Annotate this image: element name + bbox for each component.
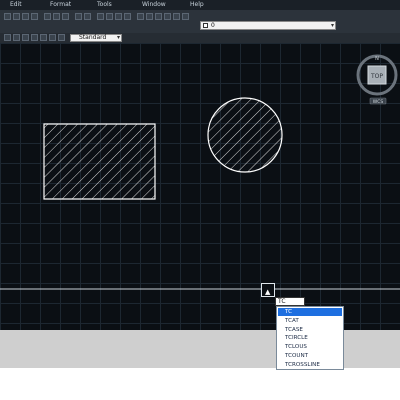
menu-format[interactable]: Format xyxy=(48,0,73,10)
pan-icon[interactable] xyxy=(97,13,104,20)
menu-tools[interactable]: Tools xyxy=(95,0,114,10)
menu-window[interactable]: Window xyxy=(140,0,168,10)
zoom-window-icon[interactable] xyxy=(115,13,122,20)
drawing-canvas[interactable] xyxy=(0,43,400,330)
hatched-rectangle[interactable] xyxy=(43,123,156,200)
layer-dropdown[interactable]: 0 ▾ xyxy=(200,21,336,30)
redo-icon[interactable] xyxy=(84,13,91,20)
wcs-label: WCS xyxy=(373,99,384,105)
autocomplete-item[interactable]: TC xyxy=(278,308,342,316)
open-icon[interactable] xyxy=(13,13,20,20)
cad-window: Edit Format Tools Window Help 0 ▾ Standa… xyxy=(0,0,400,400)
autocomplete-item[interactable]: TCASE xyxy=(278,326,342,334)
viewcube-face-label: TOP xyxy=(370,73,383,80)
drawing-geometry xyxy=(0,97,400,290)
menu-edit[interactable]: Edit xyxy=(8,0,24,10)
multileader-style-icon[interactable] xyxy=(31,34,38,41)
text-style-dropdown[interactable]: Standard ▾ xyxy=(70,34,122,42)
menu-help[interactable]: Help xyxy=(188,0,206,10)
tool-palette-icon[interactable] xyxy=(155,13,162,20)
status-area xyxy=(0,368,400,400)
command-autocomplete-list[interactable]: TC TCAT TCASE TCIRCLE TCLOUS TCOUNT TCRO… xyxy=(276,306,344,370)
hatched-circle[interactable] xyxy=(207,97,283,173)
new-icon[interactable] xyxy=(4,13,11,20)
autocomplete-item[interactable]: TCAT xyxy=(278,317,342,325)
copy-icon[interactable] xyxy=(53,13,60,20)
dynamic-input-value: TC xyxy=(278,298,286,305)
undo-icon[interactable] xyxy=(75,13,82,20)
autocomplete-item[interactable]: TCOUNT xyxy=(278,352,342,360)
viewcube[interactable]: TOP N WCS xyxy=(354,52,400,118)
save-icon[interactable] xyxy=(22,13,29,20)
paste-icon[interactable] xyxy=(62,13,69,20)
layer-name: 0 xyxy=(211,22,215,29)
table-style-icon[interactable] xyxy=(22,34,29,41)
menu-bar: Edit Format Tools Window Help xyxy=(0,0,400,10)
plot-style-icon[interactable] xyxy=(49,34,56,41)
cut-icon[interactable] xyxy=(44,13,51,20)
autocomplete-item[interactable]: TCIRCLE xyxy=(278,334,342,342)
zoom-extents-icon[interactable] xyxy=(124,13,131,20)
calculator-icon[interactable] xyxy=(182,13,189,20)
autocomplete-item[interactable]: TCLOUS xyxy=(278,343,342,351)
text-style-value: Standard xyxy=(79,34,107,41)
compass-north: N xyxy=(375,56,379,62)
zoom-icon[interactable] xyxy=(106,13,113,20)
chevron-down-icon: ▾ xyxy=(116,34,120,41)
design-center-icon[interactable] xyxy=(146,13,153,20)
cursor-arrow-icon: ▲ xyxy=(265,288,271,296)
sheet-set-icon[interactable] xyxy=(164,13,171,20)
print-icon[interactable] xyxy=(31,13,38,20)
properties-icon[interactable] xyxy=(137,13,144,20)
layer-color-swatch xyxy=(203,23,208,28)
crosshair-cursor: ▲ xyxy=(261,283,275,297)
visual-style-icon[interactable] xyxy=(40,34,47,41)
markup-icon[interactable] xyxy=(173,13,180,20)
text-style-icon[interactable] xyxy=(4,34,11,41)
chevron-down-icon: ▾ xyxy=(330,22,334,29)
dim-style-icon[interactable] xyxy=(13,34,20,41)
named-views-icon[interactable] xyxy=(58,34,65,41)
autocomplete-item[interactable]: TCROSSLINE xyxy=(278,361,342,369)
dynamic-input-field[interactable]: TC xyxy=(275,297,305,306)
